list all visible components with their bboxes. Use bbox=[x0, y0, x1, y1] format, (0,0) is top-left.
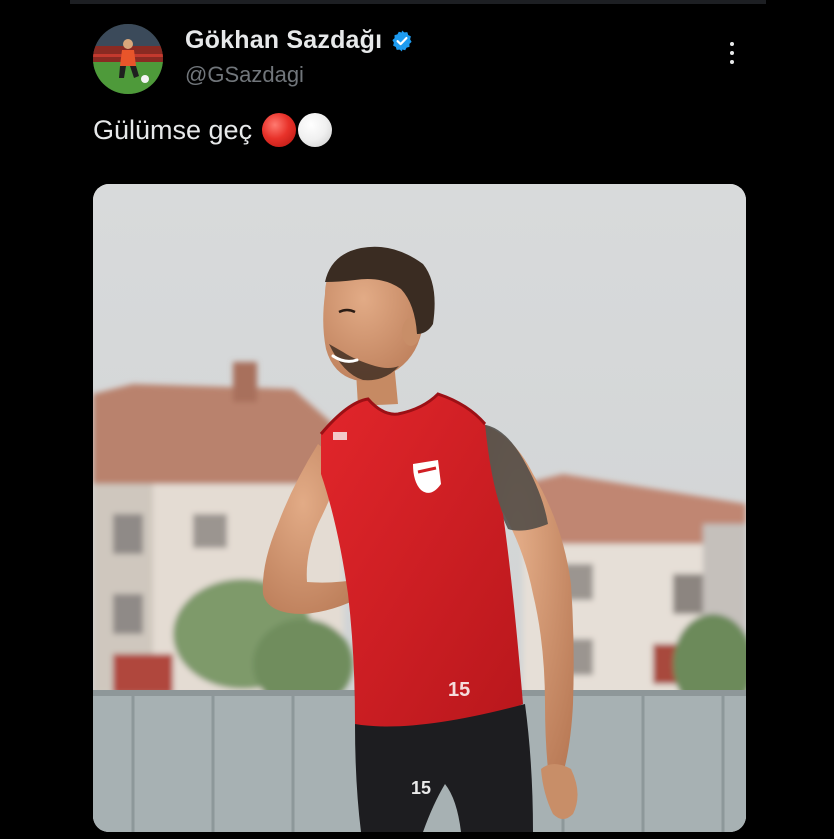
author-handle[interactable]: @GSazdagi bbox=[185, 62, 304, 88]
display-name[interactable]: Gökhan Sazdağı bbox=[185, 26, 382, 55]
more-vertical-icon bbox=[730, 51, 734, 55]
more-options-button[interactable] bbox=[718, 42, 746, 64]
red-circle-icon bbox=[262, 113, 297, 147]
emoji-group bbox=[262, 113, 333, 147]
tweet-text-body: Gülümse geç bbox=[93, 114, 253, 145]
verified-badge-icon bbox=[390, 29, 414, 53]
tweet-page: Gökhan Sazdağı @GSazdagi Gülümse geç 15 … bbox=[0, 0, 834, 839]
white-circle-icon bbox=[298, 113, 333, 147]
author-name-row: Gökhan Sazdağı bbox=[185, 26, 414, 55]
jersey-number: 15 bbox=[448, 679, 470, 701]
top-divider bbox=[70, 0, 766, 4]
more-vertical-icon bbox=[730, 42, 734, 46]
more-vertical-icon bbox=[730, 60, 734, 64]
shorts-number: 15 bbox=[411, 778, 431, 798]
avatar-photo-icon bbox=[93, 24, 163, 94]
tweet-photo[interactable]: 15 15 bbox=[93, 184, 746, 832]
tweet-text: Gülümse geç bbox=[93, 113, 333, 147]
avatar[interactable] bbox=[93, 24, 163, 94]
